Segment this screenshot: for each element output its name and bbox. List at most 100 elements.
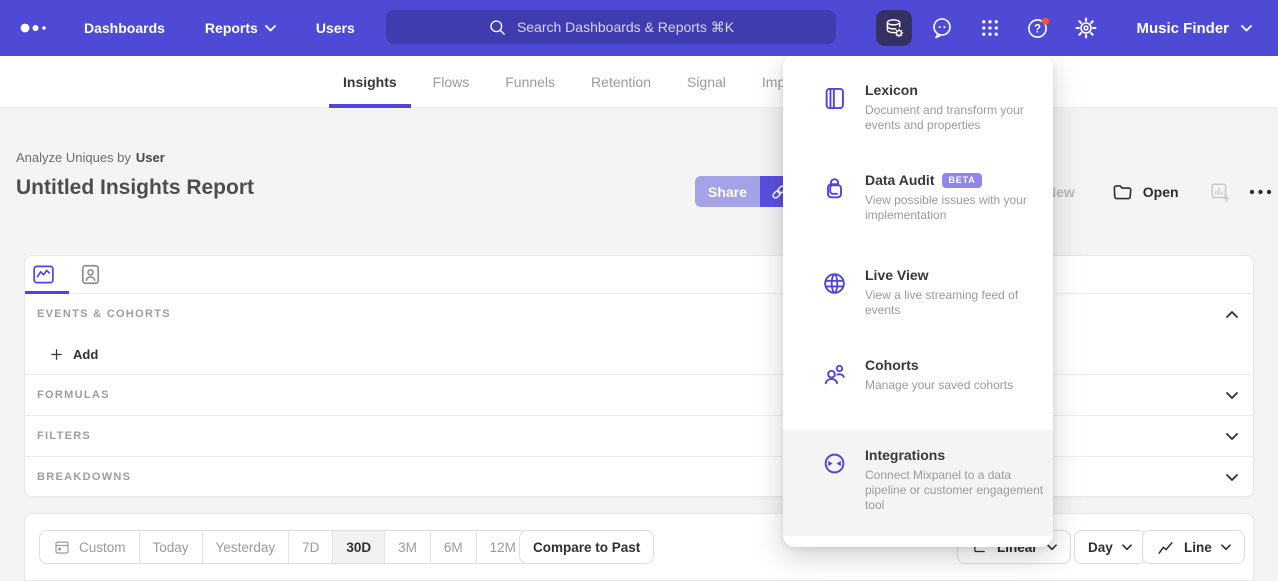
add-event-button[interactable]: Add — [25, 334, 1253, 374]
project-name: Music Finder — [1136, 20, 1229, 37]
menu-item-data-audit[interactable]: Data Audit BETA View possible issues wit… — [783, 172, 1053, 223]
folder-icon — [1111, 180, 1134, 203]
open-label: Open — [1143, 184, 1179, 200]
section-filters[interactable]: FILTERS — [25, 415, 1253, 456]
help-question-icon: ? — [1025, 15, 1052, 42]
breadcrumb-prefix: Analyze Uniques by — [16, 150, 131, 165]
global-search-input[interactable]: Search Dashboards & Reports ⌘K — [386, 10, 836, 44]
globe-icon — [821, 270, 848, 297]
events-view-tab[interactable] — [31, 262, 56, 287]
cohorts-people-icon — [821, 360, 848, 387]
top-navbar: Dashboards Reports Users Search Dashboar… — [0, 0, 1278, 56]
chevron-down-icon[interactable] — [1225, 473, 1239, 482]
tab-insights-label: Insights — [343, 74, 397, 90]
events-cohorts-label: EVENTS & COHORTS — [37, 308, 171, 320]
tab-retention[interactable]: Retention — [591, 56, 651, 108]
granularity-select[interactable]: Day — [1074, 530, 1146, 564]
profiles-view-tab[interactable] — [78, 262, 103, 287]
menu-item-integrations[interactable]: Integrations Connect Mixpanel to a data … — [783, 447, 1053, 513]
profile-card-tab-icon — [78, 262, 103, 287]
chart-controls-card: Custom Today Yesterday 7D 30D 3M 6M 12M … — [24, 513, 1254, 581]
line-chart-tab-icon — [31, 262, 56, 287]
chevron-down-icon — [1241, 25, 1252, 32]
granularity-value: Day — [1088, 540, 1113, 555]
nav-users-label: Users — [316, 20, 355, 36]
menu-item-lexicon[interactable]: Lexicon Document and transform your even… — [783, 82, 1053, 133]
beta-badge: BETA — [942, 173, 981, 188]
date-range-6m[interactable]: 6M — [430, 531, 476, 563]
section-events-cohorts[interactable]: EVENTS & COHORTS — [25, 294, 1253, 334]
query-builder-card: EVENTS & COHORTS Add FORMULAS FILTERS BR… — [24, 255, 1254, 497]
header-actions: New Open — [1046, 180, 1275, 203]
chevron-down-icon — [1122, 544, 1132, 551]
report-tabstrip: Insights Flows Funnels Retention Signal … — [0, 56, 1278, 108]
more-options-button[interactable] — [1247, 183, 1275, 201]
lexicon-book-icon — [821, 85, 848, 112]
logo-dots-icon — [20, 22, 50, 34]
mixpanel-logo-icon[interactable] — [20, 22, 50, 34]
active-tab-underline — [329, 104, 411, 108]
date-range-custom[interactable]: Custom — [40, 531, 139, 563]
feedback-button[interactable] — [924, 10, 960, 46]
project-switcher[interactable]: Music Finder — [1136, 20, 1252, 37]
date-range-group: Custom Today Yesterday 7D 30D 3M 6M 12M — [39, 530, 530, 564]
nav-dashboards-label: Dashboards — [84, 20, 165, 36]
nav-users[interactable]: Users — [316, 20, 355, 36]
date-range-7d[interactable]: 7D — [288, 531, 332, 563]
date-range-today[interactable]: Today — [139, 531, 202, 563]
breakdowns-label: BREAKDOWNS — [37, 471, 131, 483]
add-to-dashboard-button[interactable] — [1209, 181, 1231, 203]
add-label: Add — [73, 347, 98, 362]
notification-dot — [1042, 17, 1049, 24]
date-range-30d[interactable]: 30D — [332, 531, 384, 563]
chart-type-value: Line — [1184, 540, 1212, 555]
section-breakdowns[interactable]: BREAKDOWNS — [25, 456, 1253, 497]
search-icon — [488, 18, 507, 37]
compare-to-past-button[interactable]: Compare to Past — [519, 530, 654, 564]
chart-type-select[interactable]: Line — [1142, 530, 1245, 564]
nav-reports[interactable]: Reports — [205, 20, 276, 36]
chart-add-icon — [1209, 181, 1231, 203]
database-gear-icon — [883, 17, 906, 40]
calendar-icon — [53, 538, 71, 556]
data-audit-icon — [821, 175, 848, 202]
gear-icon — [1074, 16, 1098, 40]
chevron-down-icon — [1221, 544, 1231, 551]
tab-insights[interactable]: Insights — [343, 56, 397, 108]
date-range-yesterday[interactable]: Yesterday — [202, 531, 289, 563]
date-range-3m[interactable]: 3M — [384, 531, 430, 563]
kebab-menu-icon — [1249, 189, 1273, 195]
section-formulas[interactable]: FORMULAS — [25, 374, 1253, 415]
menu-item-live-view[interactable]: Live View View a live streaming feed of … — [783, 267, 1053, 318]
apps-grid-button[interactable] — [972, 10, 1008, 46]
nav-dashboards[interactable]: Dashboards — [84, 20, 165, 36]
chevron-down-icon[interactable] — [1225, 432, 1239, 441]
filters-label: FILTERS — [37, 430, 91, 442]
chevron-down-icon[interactable] — [1225, 391, 1239, 400]
breadcrumb-entity-selector[interactable]: User — [136, 150, 165, 165]
formulas-label: FORMULAS — [37, 389, 110, 401]
tab-funnels[interactable]: Funnels — [505, 56, 555, 108]
chevron-down-icon — [265, 25, 276, 32]
data-management-button[interactable] — [876, 10, 912, 46]
chat-bubble-icon — [930, 16, 954, 40]
page-title[interactable]: Untitled Insights Report — [16, 176, 254, 200]
query-view-tabs — [25, 256, 1253, 294]
share-button[interactable]: Share — [695, 176, 760, 207]
svg-text:?: ? — [1034, 23, 1041, 35]
help-button[interactable]: ? — [1020, 10, 1056, 46]
menu-item-cohorts[interactable]: Cohorts Manage your saved cohorts — [783, 357, 1053, 393]
plus-icon — [49, 347, 64, 362]
settings-button[interactable] — [1068, 10, 1104, 46]
tab-signal[interactable]: Signal — [687, 56, 726, 108]
breadcrumb: Analyze Uniques by User — [16, 150, 165, 165]
tab-flows[interactable]: Flows — [433, 56, 470, 108]
grid-apps-icon — [979, 17, 1001, 39]
integrations-sync-icon — [821, 450, 848, 477]
line-chart-icon — [1156, 538, 1175, 557]
data-management-dropdown: Lexicon Document and transform your even… — [783, 55, 1053, 547]
navbar-right-controls: ? Music Finder — [864, 0, 1278, 56]
open-report-button[interactable]: Open — [1111, 180, 1179, 203]
nav-reports-label: Reports — [205, 20, 258, 36]
chevron-up-icon[interactable] — [1225, 310, 1239, 319]
